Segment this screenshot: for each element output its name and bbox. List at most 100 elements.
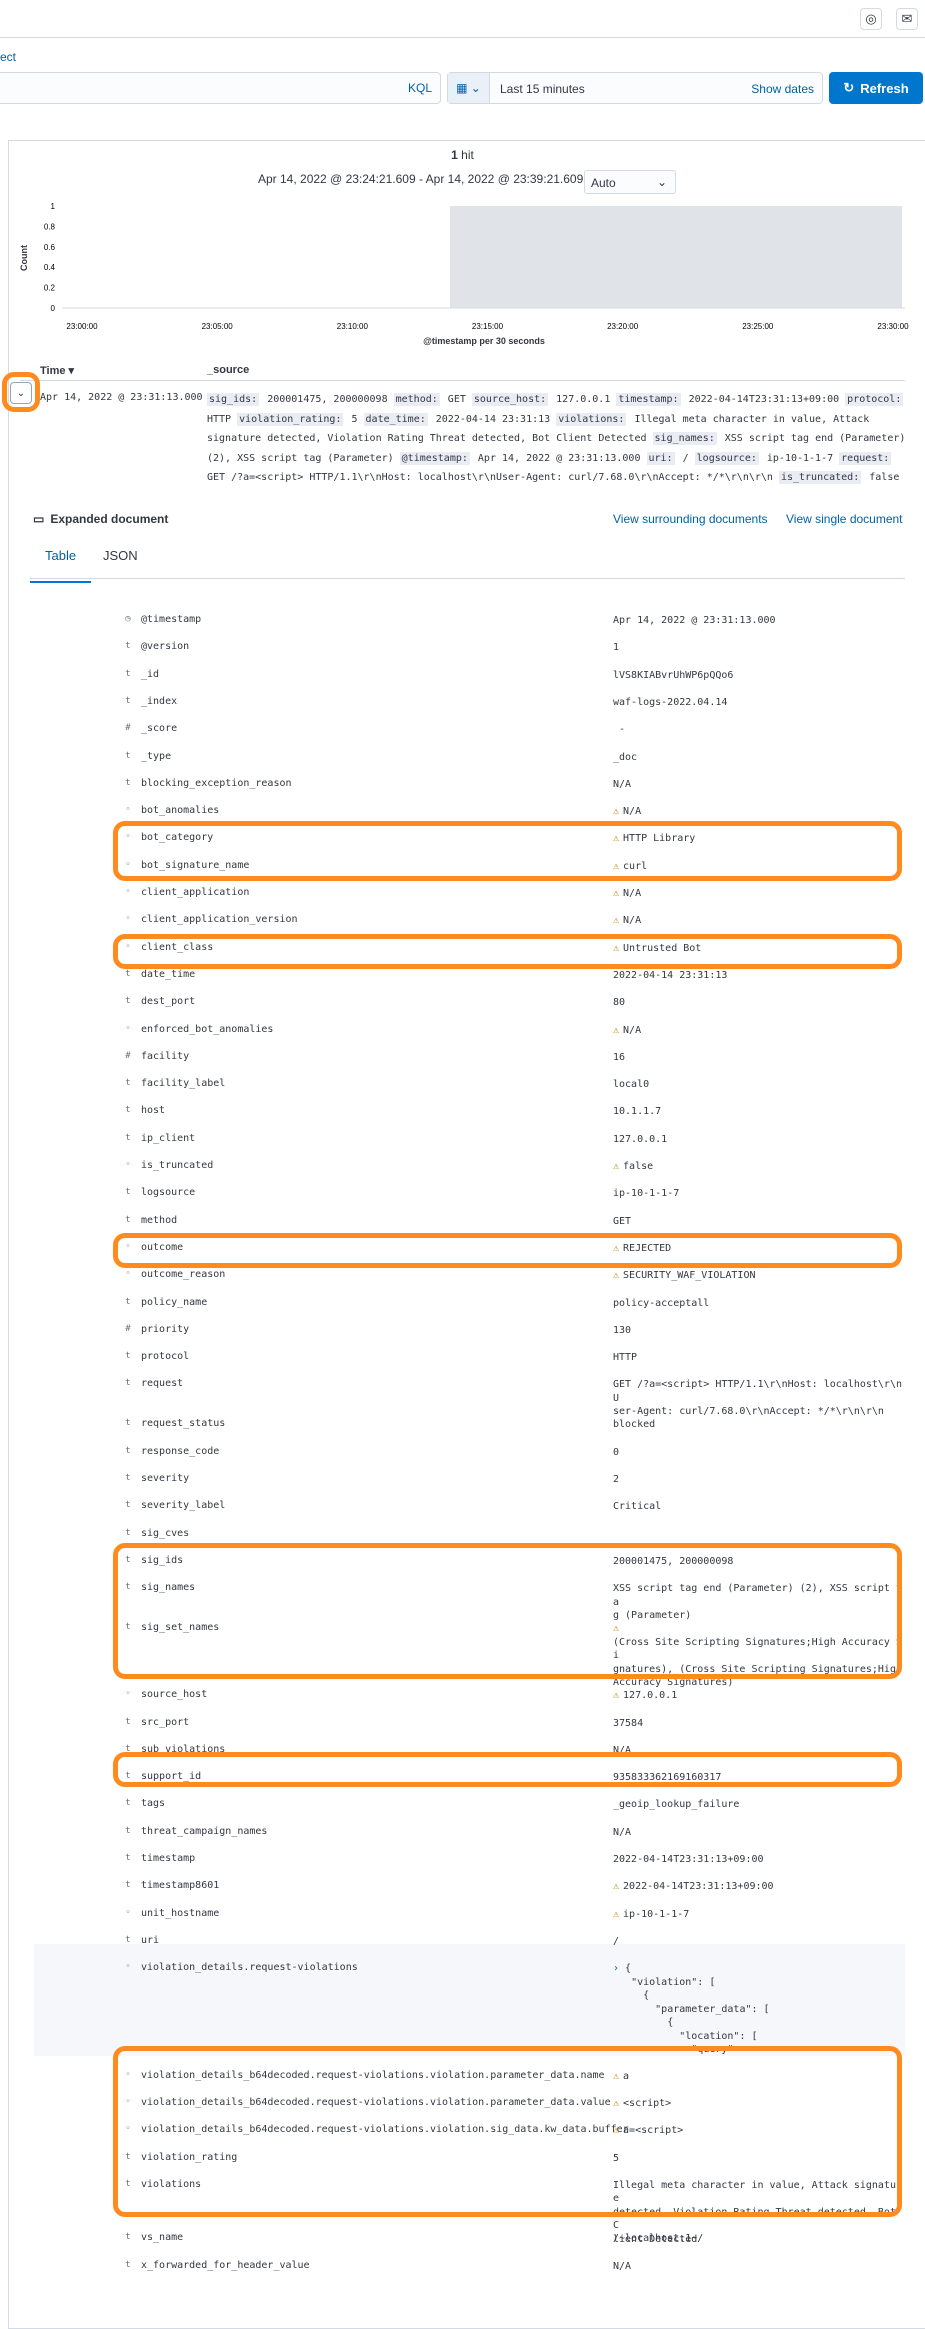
field-value: 80 xyxy=(613,997,626,1009)
x-tick-label: 23:10:00 xyxy=(337,322,369,331)
field-name: facility xyxy=(141,1050,190,1062)
field-type-icon: t xyxy=(125,1473,131,1483)
expanded-document-title: ▭ Expanded document xyxy=(33,512,168,526)
summary-key: logsource: xyxy=(694,451,759,465)
field-name: sig_names xyxy=(141,1582,196,1594)
field-name: outcome_reason xyxy=(141,1269,226,1281)
field-name: severity xyxy=(141,1473,190,1484)
histogram-chart[interactable]: Count 1 0.8 0.6 0.4 0.2 0 23:00:00 23:05:00 23:… xyxy=(0,196,925,356)
field-name: sig_cves xyxy=(141,1527,190,1539)
field-name: _id xyxy=(141,668,160,680)
field-type-icon: t xyxy=(125,1187,131,1198)
interval-select[interactable]: Auto ⌄ xyxy=(584,170,676,194)
field-value: waf-logs-2022.04.14 xyxy=(613,696,728,708)
x-tick-label: 23:30:00 xyxy=(877,322,909,331)
field-type-icon: t xyxy=(125,1554,131,1565)
field-value: GET xyxy=(613,1215,632,1227)
field-value: 2022-04-14T23:31:13+09:00 xyxy=(613,1854,764,1865)
field-name: source_host xyxy=(141,1689,208,1701)
tab-json[interactable]: JSON xyxy=(103,548,138,563)
calendar-icon[interactable]: ▦ ⌄ xyxy=(448,73,490,103)
warning-icon: ⚠ xyxy=(613,942,620,954)
field-name: bot_signature_name xyxy=(141,859,250,871)
date-range-label[interactable]: Last 15 minutes xyxy=(500,82,585,96)
field-value: ⚠ HTTP Library xyxy=(613,833,696,845)
field-value: ⚠ a xyxy=(613,2070,630,2082)
field-value: 127.0.0.1 xyxy=(613,1133,668,1145)
field-name: @version xyxy=(141,641,190,653)
field-name: x_forwarded_for_header_value xyxy=(141,2259,310,2271)
sort-down-icon[interactable]: ▾ xyxy=(69,365,75,377)
field-name: host xyxy=(141,1105,166,1117)
field-type-icon: # xyxy=(125,723,131,734)
search-input[interactable]: KQL xyxy=(0,72,441,104)
column-header-time[interactable]: Time ▾ xyxy=(40,364,74,377)
summary-key: uri: xyxy=(646,451,675,465)
view-surrounding-link[interactable]: View surrounding documents xyxy=(613,512,768,526)
field-name: policy_name xyxy=(141,1296,208,1308)
refresh-icon: ↻ xyxy=(843,80,855,95)
field-value: lVS8KIABvrUhWP6pQQo6 xyxy=(613,669,734,681)
field-name: src_port xyxy=(141,1716,190,1728)
help-icon[interactable]: ◎ xyxy=(860,8,882,30)
kql-toggle[interactable]: KQL xyxy=(408,81,432,95)
field-type-icon: t xyxy=(125,1214,131,1225)
summary-value: 2022-04-14 23:31:13 xyxy=(429,413,557,425)
field-type-icon: t xyxy=(125,1445,131,1456)
field-value: policy-acceptall xyxy=(613,1297,710,1309)
y-tick-label: 0.2 xyxy=(44,284,56,293)
field-value: GET /?a=<script> HTTP/1.1\r\nHost: local… xyxy=(613,1379,902,1418)
field-value: ip-10-1-1-7 xyxy=(613,1188,680,1200)
field-type-icon: t xyxy=(125,2259,131,2270)
warning-icon: ⚠ xyxy=(613,915,620,927)
field-value: N/A xyxy=(613,778,632,790)
field-type-icon: t xyxy=(125,777,131,788)
breadcrumb[interactable]: ect xyxy=(0,50,16,64)
folder-icon: ▭ xyxy=(33,512,45,526)
field-value: 5 xyxy=(613,2152,620,2164)
field-value: ⚠ (Cross Site Scripting Signatures;High … xyxy=(613,1623,902,1689)
field-type-icon: t xyxy=(125,1716,131,1727)
field-value: 2 xyxy=(613,1474,620,1485)
summary-value: 200001475, 200000098 xyxy=(261,394,394,405)
y-axis-label: Count xyxy=(19,245,29,271)
field-value: N/A xyxy=(613,2260,632,2272)
field-type-icon: ◦ xyxy=(125,805,131,816)
x-tick-label: 23:20:00 xyxy=(607,322,639,331)
field-value: / xyxy=(613,1935,620,1947)
field-value: ⚠ <script> xyxy=(613,2098,672,2109)
time-range-shade xyxy=(450,206,902,308)
field-type-icon: ◦ xyxy=(125,1023,131,1034)
view-single-link[interactable]: View single document xyxy=(786,512,903,526)
summary-key: date_time: xyxy=(363,412,428,426)
field-type-icon: t xyxy=(125,1132,131,1143)
field-value: ⚠ N/A xyxy=(613,1024,642,1036)
warning-icon: ⚠ xyxy=(613,1161,620,1172)
field-type-icon: t xyxy=(125,1105,131,1116)
field-type-icon: t xyxy=(125,968,131,979)
field-value: HTTP xyxy=(613,1352,638,1364)
field-name: response_code xyxy=(141,1445,220,1457)
chevron-right-icon[interactable]: › xyxy=(613,1963,625,1974)
refresh-button[interactable]: ↻ Refresh xyxy=(829,72,923,104)
summary-value: 5 xyxy=(345,413,364,425)
summary-value: GET /?a=<script> HTTP/1.1\r\nHost: local… xyxy=(207,472,779,483)
warning-icon: ⚠ xyxy=(613,1242,620,1254)
hit-count: 1 hit xyxy=(0,148,925,162)
field-name: blocking_exception_reason xyxy=(141,777,292,789)
field-type-icon: t xyxy=(125,1351,131,1362)
expand-row-button[interactable]: ⌄ xyxy=(10,382,32,404)
show-dates-link[interactable]: Show dates xyxy=(751,82,814,96)
field-value: ⚠ ip-10-1-1-7 xyxy=(613,1908,690,1920)
field-name: is_truncated xyxy=(141,1160,214,1171)
field-type-icon: t xyxy=(125,1622,131,1633)
date-picker[interactable]: ▦ ⌄ Last 15 minutes Show dates xyxy=(447,72,823,104)
field-type-icon: ◦ xyxy=(125,1241,131,1252)
summary-key: sig_names: xyxy=(652,432,717,445)
field-name: timestamp8601 xyxy=(141,1880,220,1892)
field-type-icon: ◷ xyxy=(125,614,131,624)
mail-icon[interactable]: ✉ xyxy=(896,8,918,30)
summary-key: violation_rating: xyxy=(237,412,344,426)
warning-icon: ⚠ xyxy=(613,806,620,818)
warning-icon: ⚠ xyxy=(613,2125,620,2137)
